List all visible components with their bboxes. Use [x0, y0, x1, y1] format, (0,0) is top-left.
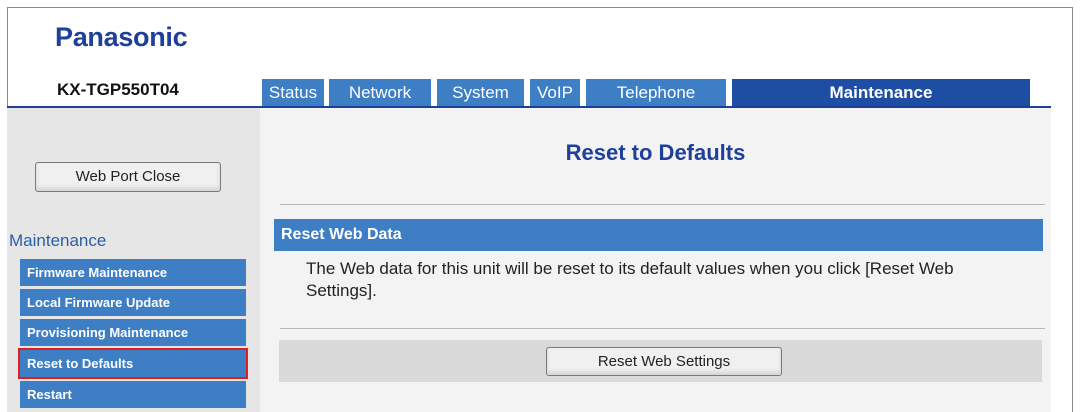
section-heading: Reset Web Data [274, 219, 1043, 251]
reset-web-settings-button[interactable]: Reset Web Settings [546, 347, 782, 376]
tab-telephone[interactable]: Telephone [586, 79, 726, 106]
button-bar: Reset Web Settings [279, 340, 1042, 382]
web-port-close-button[interactable]: Web Port Close [35, 162, 221, 192]
sidebar-item-restart[interactable]: Restart [20, 381, 246, 408]
panasonic-logo: Panasonic [55, 22, 188, 52]
sidebar-section-title: Maintenance [9, 231, 107, 250]
sidebar-item-reset-to-defaults[interactable]: Reset to Defaults [18, 348, 248, 379]
divider [280, 328, 1045, 329]
model-name: KX-TGP550T04 [57, 80, 179, 99]
sidebar-item-local-firmware-update[interactable]: Local Firmware Update [20, 289, 246, 316]
tab-system[interactable]: System [437, 79, 524, 106]
sidebar: Web Port Close Maintenance Firmware Main… [7, 108, 260, 412]
divider [280, 204, 1045, 205]
sidebar-item-firmware-maintenance[interactable]: Firmware Maintenance [20, 259, 246, 286]
sidebar-item-provisioning-maintenance[interactable]: Provisioning Maintenance [20, 319, 246, 346]
main-content: Reset to Defaults Reset Web Data The Web… [260, 108, 1051, 412]
section-description: The Web data for this unit will be reset… [306, 259, 954, 300]
page-title: Reset to Defaults [565, 140, 746, 165]
tab-status[interactable]: Status [262, 79, 324, 106]
tab-voip[interactable]: VoIP [530, 79, 580, 106]
tab-network[interactable]: Network [329, 79, 431, 106]
tab-maintenance[interactable]: Maintenance [732, 79, 1030, 106]
